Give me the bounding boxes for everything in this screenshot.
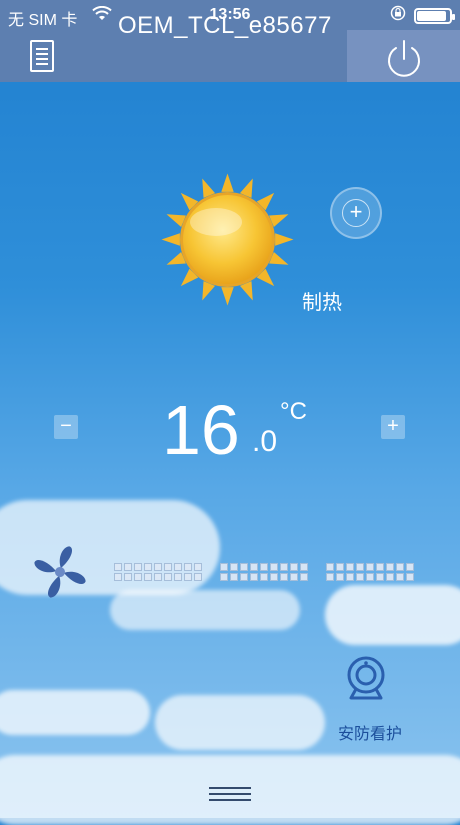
device-title: OEM_TCL_e85677 <box>118 12 332 39</box>
sun-icon <box>160 172 295 307</box>
bottom-menu-handle[interactable] <box>209 787 251 805</box>
sun-ray <box>161 233 180 246</box>
fan-icon <box>34 546 86 598</box>
power-button[interactable] <box>347 30 460 82</box>
temp-decrease-button[interactable]: − <box>54 415 78 439</box>
plus-icon: + <box>342 199 370 227</box>
cloud-decoration <box>110 590 300 630</box>
status-icons <box>390 5 455 26</box>
security-label: 安防看护 <box>338 726 403 743</box>
temperature-decimal: .0 <box>252 425 278 458</box>
sun-ray <box>275 233 294 246</box>
battery-icon <box>414 7 455 24</box>
cloud-decoration <box>155 695 325 750</box>
device-list-button[interactable] <box>30 40 54 72</box>
add-mode-button[interactable]: + <box>330 187 382 239</box>
sun-ray <box>221 173 234 192</box>
temperature-value: 16 <box>162 391 240 469</box>
sun-ray <box>221 287 234 306</box>
temp-increase-button[interactable]: + <box>381 415 405 439</box>
fan-speed-button[interactable] <box>30 542 90 602</box>
fan-speed-level-low[interactable] <box>114 563 202 581</box>
power-icon <box>388 40 420 77</box>
temperature-unit: °C <box>280 398 307 425</box>
fan-speed-level-mid[interactable] <box>220 563 308 581</box>
fan-speed-level-high[interactable] <box>326 563 414 581</box>
rotation-lock-icon <box>390 5 406 26</box>
mode-label: 制热 <box>302 292 342 314</box>
security-monitor-button[interactable] <box>343 655 389 701</box>
camera-icon <box>347 656 385 700</box>
cloud-decoration <box>0 690 150 735</box>
cloud-decoration <box>325 585 460 645</box>
